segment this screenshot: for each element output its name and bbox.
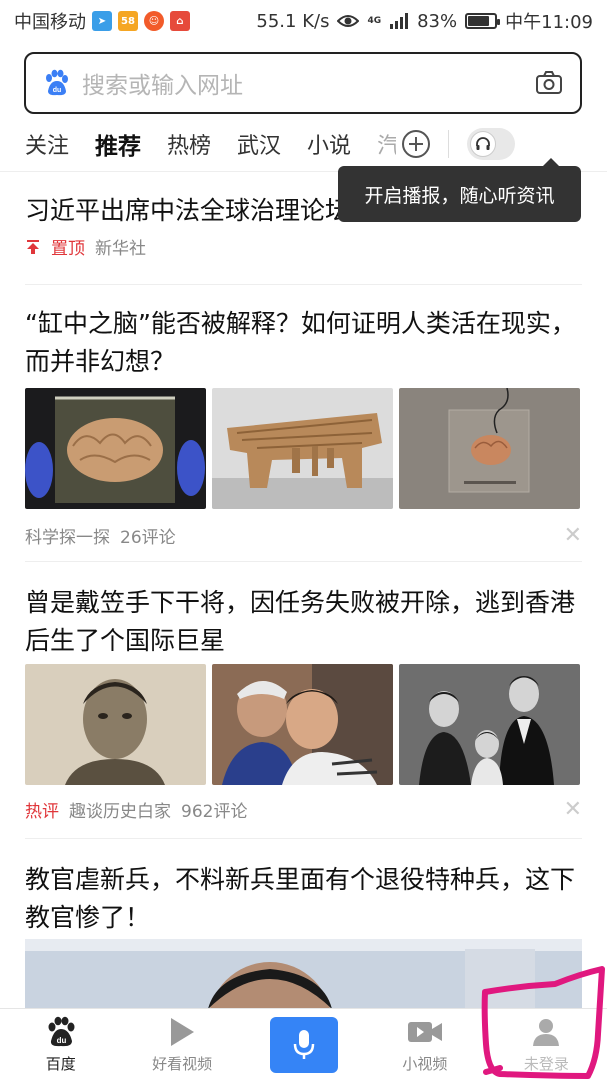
svg-text:du: du — [56, 1036, 66, 1045]
article-source: 新华社 — [95, 239, 146, 259]
hot-comment-tag: 热评 — [25, 802, 59, 822]
nav-home-label: 百度 — [45, 1055, 76, 1073]
tab-recommend[interactable]: 推荐 — [82, 127, 154, 161]
article-title[interactable]: 教官虐新兵，不料新兵里面有个退役特种兵，这下教官惨了！ — [25, 861, 582, 937]
broadcast-tooltip: 开启播报，随心听资讯 — [338, 158, 581, 222]
status-bar: 中国移动 ➤ 58 ☺ ⌂ 55.1 K/s 4G 83% 中午11:09 — [0, 0, 607, 42]
dismiss-icon[interactable]: ✕ — [564, 797, 582, 822]
bottom-nav: du 百度 好看视频 小视频 未登录 — [0, 1008, 607, 1080]
headphones-icon — [470, 131, 497, 157]
battery-percent: 83% — [417, 10, 458, 32]
58-app-icon: 58 — [118, 11, 138, 31]
article-source: 科学探一探 — [25, 528, 110, 548]
signal-icon — [390, 13, 409, 29]
camera-icon[interactable] — [534, 68, 564, 98]
carrier-name: 中国移动 — [14, 12, 86, 33]
comment-count: 26评论 — [120, 528, 176, 548]
microphone-icon[interactable] — [269, 1017, 338, 1073]
nav-short-video[interactable]: 小视频 — [364, 1009, 485, 1080]
nav-haokan-video-label: 好看视频 — [152, 1055, 213, 1073]
feed-divider — [25, 284, 582, 285]
eye-icon — [337, 15, 360, 27]
tab-follow[interactable]: 关注 — [0, 128, 82, 160]
video-camera-icon — [407, 1015, 443, 1049]
article-title[interactable]: “缸中之脑”能否被解释？如何证明人类活在现实，而并非幻想？ — [25, 305, 582, 381]
user-icon — [531, 1015, 561, 1049]
article-image-historical-portrait[interactable] — [25, 664, 206, 785]
feed-divider — [25, 561, 582, 562]
svg-text:du: du — [53, 87, 62, 94]
search-input[interactable]: 搜索或输入网址 — [82, 66, 534, 100]
nav-haokan-video[interactable]: 好看视频 — [121, 1009, 242, 1080]
feed-item-3[interactable]: 曾是戴笠手下干将，因任务失败被开除，逃到香港后生了个国际巨星 热评 趣谈历史白家… — [25, 584, 582, 822]
baidu-paw-icon: du — [42, 69, 70, 97]
article-image-wooden-sculpture[interactable] — [212, 388, 393, 509]
add-channel-button[interactable] — [402, 130, 431, 158]
feed-divider — [25, 838, 582, 839]
article-title[interactable]: 曾是戴笠手下干将，因任务失败被开除，逃到香港后生了个国际巨星 — [25, 584, 582, 660]
network-type: 4G — [367, 15, 382, 26]
nav-profile[interactable]: 未登录 — [486, 1009, 607, 1080]
tab-auto[interactable]: 汽 — [364, 128, 396, 160]
pin-up-icon — [25, 239, 41, 255]
plus-icon — [409, 137, 424, 151]
audio-broadcast-toggle[interactable] — [467, 128, 516, 160]
paper-plane-icon: ➤ — [92, 11, 112, 31]
article-video-thumbnail[interactable] — [25, 939, 582, 1019]
baidu-paw-icon: du — [45, 1015, 77, 1049]
play-icon — [168, 1015, 196, 1049]
nav-short-video-label: 小视频 — [402, 1055, 448, 1073]
nav-voice-search[interactable] — [243, 1009, 364, 1080]
shop-app-icon: ⌂ — [170, 11, 190, 31]
article-image-family-photo-color[interactable] — [212, 664, 393, 785]
article-image-brain-illustration[interactable] — [399, 388, 580, 509]
tab-novel[interactable]: 小说 — [294, 128, 364, 160]
dismiss-icon[interactable]: ✕ — [564, 523, 582, 548]
tab-divider — [448, 130, 450, 158]
article-image-family-photo-bw[interactable] — [399, 664, 580, 785]
comment-count: 962评论 — [181, 802, 248, 822]
face-app-icon: ☺ — [144, 11, 164, 31]
nav-profile-label: 未登录 — [523, 1055, 569, 1073]
clock: 中午11:09 — [505, 12, 593, 33]
pinned-tag: 置顶 — [51, 239, 85, 259]
tab-wuhan[interactable]: 武汉 — [224, 128, 294, 160]
nav-home[interactable]: du 百度 — [0, 1009, 121, 1080]
battery-icon — [465, 13, 501, 29]
tab-hot-list[interactable]: 热榜 — [154, 128, 224, 160]
article-image-brain-jar[interactable] — [25, 388, 206, 509]
feed-item-2[interactable]: “缸中之脑”能否被解释？如何证明人类活在现实，而并非幻想？ 科学探一探 26评论… — [25, 305, 582, 548]
search-bar[interactable]: du 搜索或输入网址 — [24, 52, 582, 114]
article-source: 趣谈历史白家 — [69, 802, 171, 822]
feed-item-4[interactable]: 教官虐新兵，不料新兵里面有个退役特种兵，这下教官惨了！ — [25, 861, 582, 1019]
channel-tabs: 关注 推荐 热榜 武汉 小说 汽 — [0, 120, 607, 168]
network-speed: 55.1 K/s — [256, 10, 330, 32]
